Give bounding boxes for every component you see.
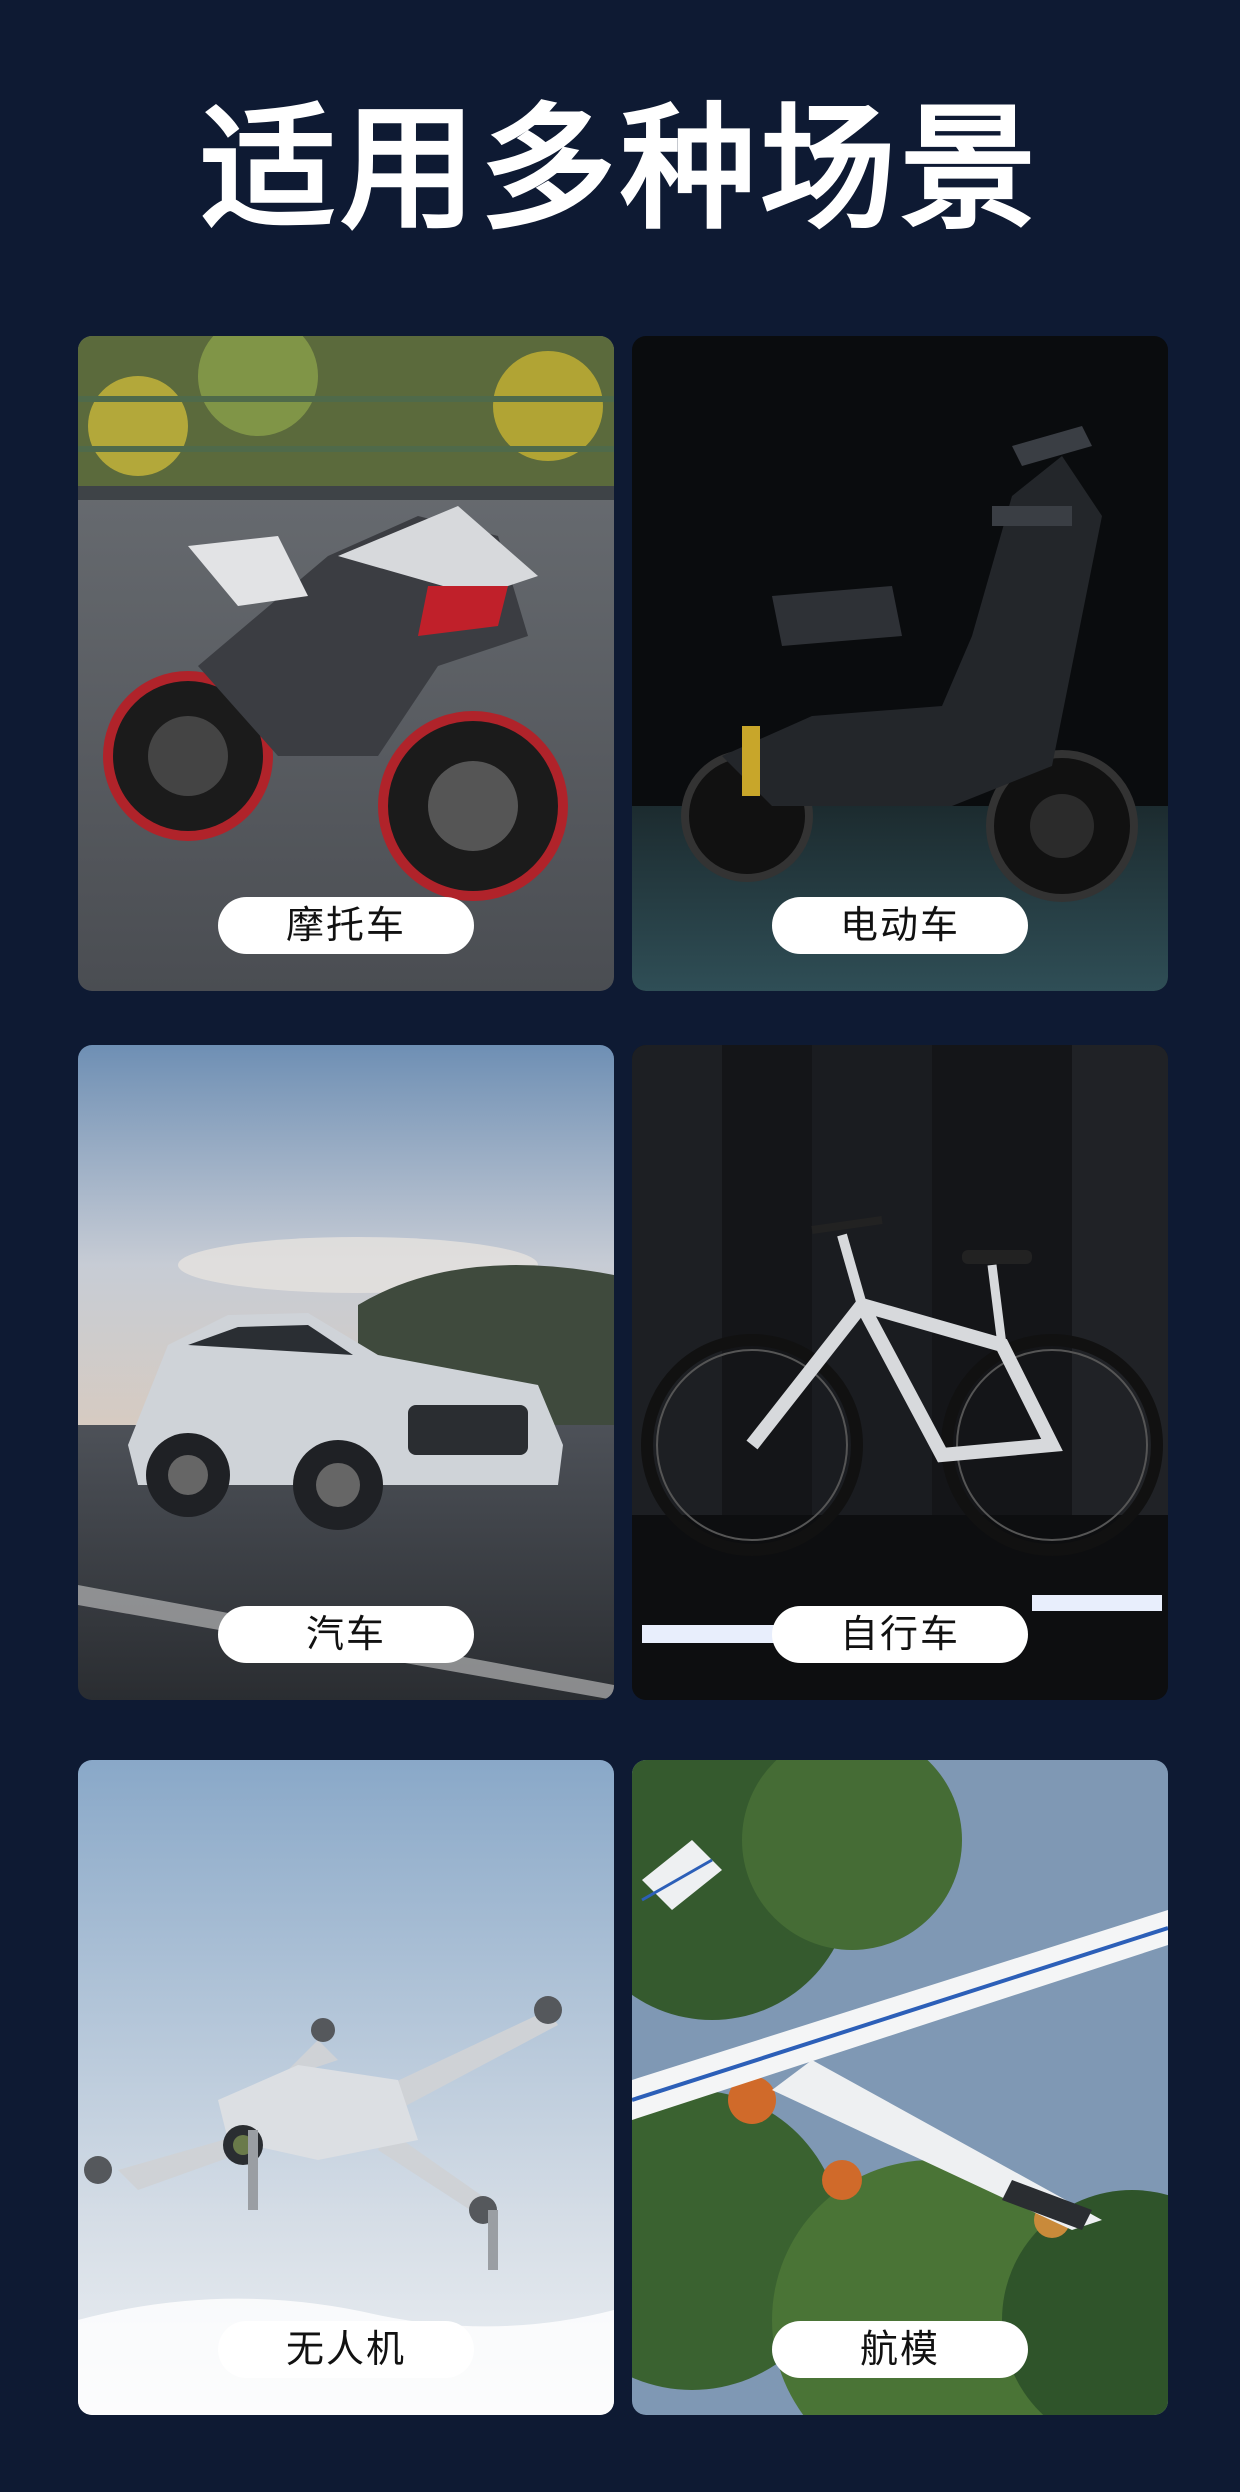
page-title: 适用多种场景 [200, 91, 1040, 249]
scene-label: 无人机 [218, 2321, 474, 2378]
scene-label: 航模 [772, 2321, 1028, 2378]
bicycle-image [632, 1045, 1168, 1700]
car-image [78, 1045, 614, 1700]
scene-card-electric-scooter: 电动车 [632, 336, 1168, 991]
scene-card-bicycle: 自行车 [632, 1045, 1168, 1700]
scene-card-car: 汽车 [78, 1045, 614, 1700]
scene-label: 自行车 [772, 1606, 1028, 1663]
motorcycle-image [78, 336, 614, 991]
scene-label: 摩托车 [218, 897, 474, 954]
scene-card-motorcycle: 摩托车 [78, 336, 614, 991]
electric-scooter-image [632, 336, 1168, 991]
scene-label: 汽车 [218, 1606, 474, 1663]
scene-card-drone: 无人机 [78, 1760, 614, 2415]
scene-card-model-airplane: 航模 [632, 1760, 1168, 2415]
drone-image [78, 1760, 614, 2415]
model-airplane-image [632, 1760, 1168, 2415]
scene-label: 电动车 [772, 897, 1028, 954]
